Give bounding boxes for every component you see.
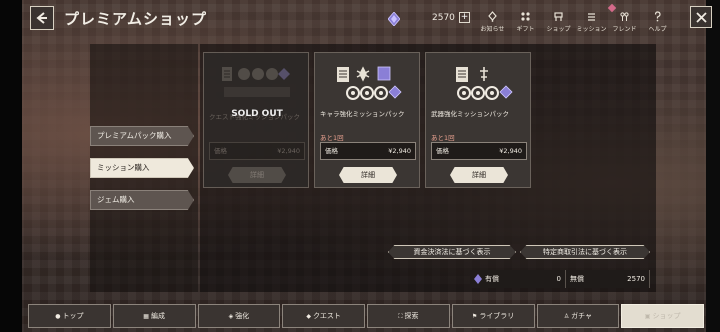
tab-mission-purchase[interactable]: ミッション購入 bbox=[90, 158, 194, 178]
product-name: 武器強化ミッションパック bbox=[431, 110, 509, 118]
balance-bar: 有償 0 無償 2570 bbox=[470, 270, 650, 288]
shop-icon bbox=[554, 12, 563, 21]
free-balance: 無償 2570 bbox=[566, 270, 650, 288]
add-currency-button[interactable]: + bbox=[459, 12, 470, 23]
library-icon: ⚑ bbox=[471, 313, 478, 320]
gift-icon bbox=[521, 12, 530, 21]
shop-icon: ▣ bbox=[644, 313, 651, 320]
close-icon bbox=[695, 11, 707, 23]
product-name: キャラ強化ミッションパック bbox=[320, 110, 405, 118]
close-button[interactable] bbox=[690, 6, 712, 28]
funds-settlement-button[interactable]: 資金決済法に基づく表示 bbox=[388, 245, 516, 259]
friend-icon bbox=[620, 12, 629, 21]
header-nav: お知らせ ギフト ショップ ミッション フレンド ヘルプ bbox=[476, 6, 674, 33]
bottom-nav: ● トップ ▦ 編成 ◈ 強化 ◆ クエスト ⛶ 探索 ⚑ ライブラリ ♙ ガチャ ▣ ショップ bbox=[28, 304, 704, 328]
left-letterbox bbox=[0, 0, 22, 332]
header-bar: プレミアムショップ 2570 + お知らせ ギフト ショップ ミッション フレン… bbox=[22, 0, 712, 40]
soldout-label: SOLD OUT bbox=[231, 109, 283, 119]
detail-button[interactable]: 詳細 bbox=[450, 167, 508, 183]
bottom-nav-quest[interactable]: ◆ クエスト bbox=[282, 304, 365, 328]
mission-icon bbox=[588, 13, 595, 21]
product-card-quest: クエスト強化ミッションパック SOLD OUT 価格 ¥2,940 詳細 bbox=[203, 52, 309, 188]
tab-premium-pack[interactable]: プレミアムパック購入 bbox=[90, 126, 194, 146]
remaining-count: あと1回 bbox=[431, 134, 455, 142]
help-icon bbox=[654, 11, 661, 22]
paid-balance: 有償 0 bbox=[470, 270, 566, 288]
pack-items-icon bbox=[456, 67, 513, 100]
bottom-nav-explore[interactable]: ⛶ 探索 bbox=[367, 304, 450, 328]
nav-mission[interactable]: ミッション bbox=[575, 6, 608, 33]
back-button[interactable] bbox=[30, 6, 54, 30]
price-box: 価格 ¥2,940 bbox=[431, 142, 527, 160]
product-card-chara: キャラ強化ミッションパック あと1回 価格 ¥2,940 詳細 bbox=[314, 52, 420, 188]
page-title: プレミアムショップ bbox=[64, 10, 207, 28]
home-icon: ● bbox=[55, 313, 61, 320]
gacha-icon: ♙ bbox=[563, 313, 570, 320]
game-background: プレミアムショップ 2570 + お知らせ ギフト ショップ ミッション フレン… bbox=[0, 0, 720, 332]
gem-icon bbox=[474, 274, 482, 284]
bottom-nav-enhance[interactable]: ◈ 強化 bbox=[197, 304, 281, 328]
tab-gem-purchase[interactable]: ジェム購入 bbox=[90, 190, 194, 210]
currency-amount: 2570 bbox=[432, 13, 455, 23]
product-card-weapon: 武器強化ミッションパック あと1回 価格 ¥2,940 詳細 bbox=[425, 52, 531, 188]
price-box: 価格 ¥2,940 bbox=[320, 142, 416, 160]
pack-items-icon bbox=[222, 67, 290, 97]
bottom-nav-top[interactable]: ● トップ bbox=[28, 304, 111, 328]
bottom-nav-formation[interactable]: ▦ 編成 bbox=[112, 304, 196, 328]
right-letterbox bbox=[706, 0, 720, 332]
explore-icon: ⛶ bbox=[398, 313, 403, 320]
nav-shop[interactable]: ショップ bbox=[542, 6, 575, 33]
nav-news[interactable]: お知らせ bbox=[476, 6, 509, 33]
detail-button[interactable]: 詳細 bbox=[228, 167, 286, 183]
bottom-nav-gacha[interactable]: ♙ ガチャ bbox=[536, 304, 620, 328]
quest-icon: ◆ bbox=[306, 313, 311, 320]
bell-icon bbox=[488, 11, 497, 22]
bottom-nav-shop[interactable]: ▣ ショップ bbox=[621, 304, 704, 328]
commerce-law-button[interactable]: 特定商取引法に基づく表示 bbox=[520, 245, 650, 259]
enhance-icon: ◈ bbox=[228, 313, 234, 320]
formation-icon: ▦ bbox=[143, 313, 149, 320]
nav-gift[interactable]: ギフト bbox=[509, 6, 542, 33]
nav-help[interactable]: ヘルプ bbox=[641, 6, 674, 33]
detail-button[interactable]: 詳細 bbox=[339, 167, 397, 183]
bottom-nav-library[interactable]: ⚑ ライブラリ bbox=[451, 304, 535, 328]
price-box: 価格 ¥2,940 bbox=[209, 142, 305, 160]
pack-items-icon bbox=[337, 66, 402, 100]
gem-icon bbox=[388, 12, 400, 26]
remaining-count: あと1回 bbox=[320, 134, 344, 142]
arrow-left-icon bbox=[36, 12, 47, 24]
